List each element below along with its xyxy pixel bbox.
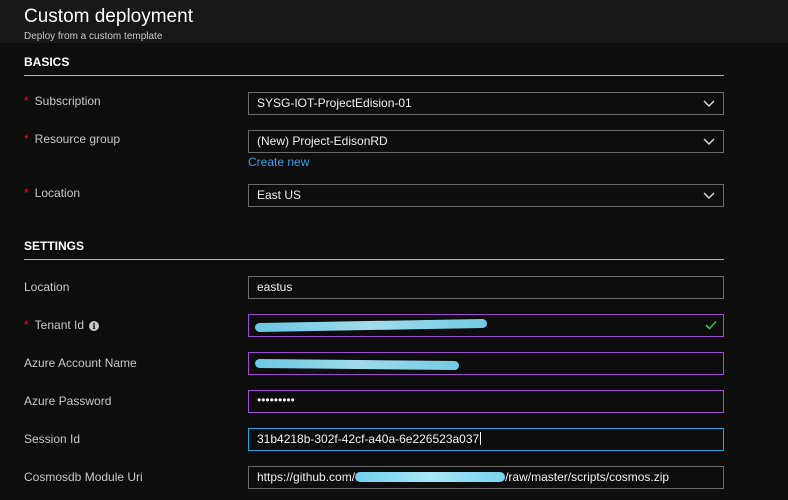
location-value: East US <box>257 188 302 202</box>
location-label: * Location <box>24 186 81 200</box>
section-divider <box>24 259 724 260</box>
redacted-value <box>355 472 506 482</box>
settings-location-label: Location <box>24 280 70 294</box>
session-id-label: Session Id <box>24 432 81 446</box>
redacted-value <box>254 318 488 333</box>
required-asterisk: * <box>24 318 29 332</box>
section-settings-title: SETTINGS <box>24 239 85 253</box>
azure-password-input[interactable]: ••••••••• <box>248 390 724 413</box>
azure-account-name-input[interactable] <box>248 352 724 375</box>
subscription-dropdown[interactable]: SYSG-IOT-ProjectEdision-01 <box>248 92 724 115</box>
location-dropdown[interactable]: East US <box>248 184 724 207</box>
resource-group-label: * Resource group <box>24 132 121 146</box>
resource-group-dropdown[interactable]: (New) Project-EdisonRD <box>248 130 724 153</box>
redacted-value <box>254 358 460 371</box>
cosmosdb-uri-value: https://github.com/ /raw/master/scripts/c… <box>257 470 669 484</box>
azure-password-label: Azure Password <box>24 394 112 408</box>
resource-group-value: (New) Project-EdisonRD <box>257 134 388 148</box>
subscription-value: SYSG-IOT-ProjectEdision-01 <box>257 96 412 110</box>
session-id-value-wrap: 31b4218b-302f-42cf-a40a-6e226523a037 <box>257 432 482 446</box>
page-subtitle: Deploy from a custom template <box>24 31 163 42</box>
required-asterisk: * <box>24 186 29 200</box>
session-id-value: 31b4218b-302f-42cf-a40a-6e226523a037 <box>257 432 480 446</box>
password-mask: ••••••••• <box>257 393 295 407</box>
create-new-link[interactable]: Create new <box>248 155 309 169</box>
section-basics-title: BASICS <box>24 55 70 69</box>
chevron-down-icon <box>703 192 715 199</box>
page-title: Custom deployment <box>24 6 193 27</box>
subscription-label: * Subscription <box>24 94 101 108</box>
tenant-id-label: * Tenant Id i <box>24 318 100 332</box>
chevron-down-icon <box>703 138 715 145</box>
required-asterisk: * <box>24 132 29 146</box>
chevron-down-icon <box>703 100 715 107</box>
info-icon[interactable]: i <box>89 320 100 331</box>
cosmosdb-module-uri-label: Cosmosdb Module Uri <box>24 470 143 484</box>
cosmosdb-module-uri-input[interactable]: https://github.com/ /raw/master/scripts/c… <box>248 466 724 489</box>
settings-location-value: eastus <box>257 280 293 294</box>
uri-prefix: https://github.com/ <box>257 470 356 484</box>
session-id-input[interactable]: 31b4218b-302f-42cf-a40a-6e226523a037 <box>248 428 724 451</box>
section-divider <box>24 75 724 76</box>
uri-suffix: /raw/master/scripts/cosmos.zip <box>505 470 670 484</box>
required-asterisk: * <box>24 94 29 108</box>
tenant-id-input[interactable] <box>248 314 724 337</box>
checkmark-icon <box>705 320 717 330</box>
settings-location-input[interactable]: eastus <box>248 276 724 299</box>
text-cursor <box>480 432 482 445</box>
azure-account-name-label: Azure Account Name <box>24 356 137 370</box>
